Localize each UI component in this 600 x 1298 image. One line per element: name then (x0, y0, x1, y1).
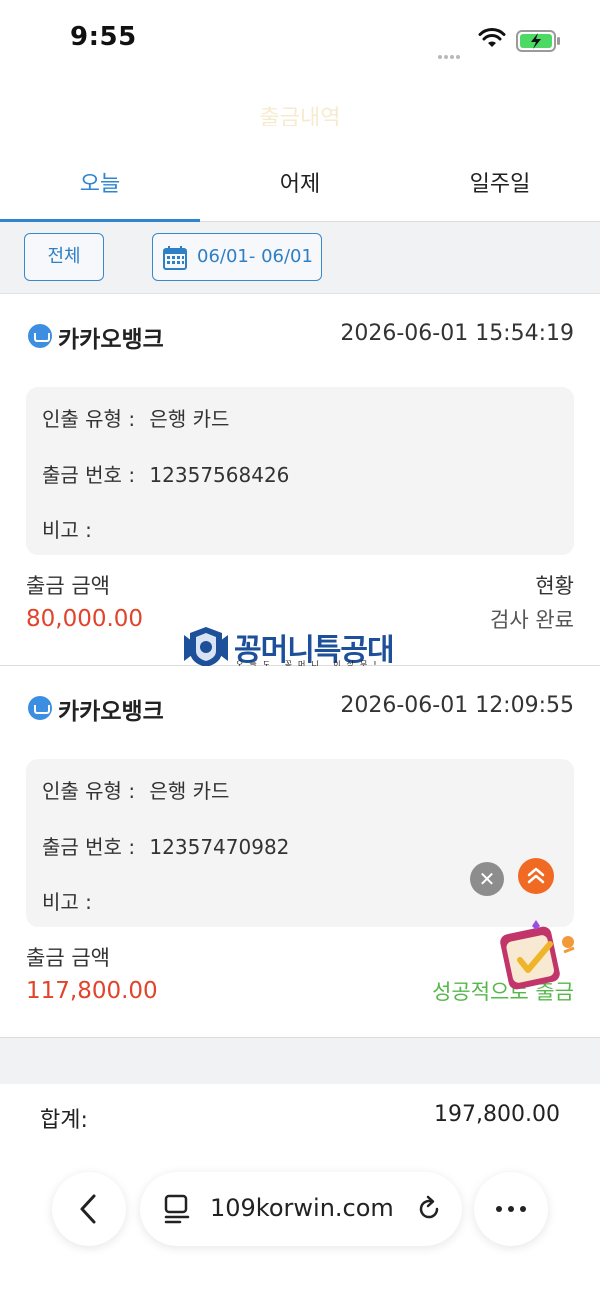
amount-label: 출금 금액 (26, 946, 110, 970)
filter-all-button[interactable]: 전체 (24, 233, 104, 281)
chevron-up-icon (527, 867, 545, 884)
page-title: 출금내역 (259, 106, 341, 126)
withdraw-number-label: 출금 번호 : (42, 835, 136, 859)
tab-today[interactable]: 오늘 (0, 150, 200, 222)
withdraw-type-value: 은행 카드 (149, 779, 230, 803)
url-text: 109korwin.com (210, 1194, 394, 1222)
chevron-left-icon (80, 1194, 96, 1224)
more-icon (496, 1206, 526, 1212)
status-time: 9:55 (70, 22, 137, 52)
wifi-icon (478, 28, 506, 47)
withdraw-number-value: 12357568426 (149, 463, 290, 487)
total-label: 합계: (40, 1108, 88, 1133)
amount-label: 출금 금액 (26, 574, 110, 598)
watermark-logo: 꽁머니특공대 오늘도 꽁머니 이상무! (182, 625, 422, 671)
reload-icon[interactable] (414, 1194, 444, 1224)
promo-calendar-icon[interactable] (498, 918, 578, 992)
address-bar[interactable]: 109korwin.com (140, 1172, 462, 1246)
battery-icon (516, 30, 560, 52)
withdraw-number-value: 12357470982 (149, 835, 290, 859)
withdraw-number-row: 출금 번호 : 12357568426 (42, 459, 289, 488)
withdraw-type-row: 인출 유형 : 은행 카드 (42, 403, 229, 432)
withdraw-number-row: 출금 번호 : 12357470982 (42, 831, 289, 860)
calendar-icon (163, 246, 187, 270)
withdraw-type-label: 인출 유형 : (42, 779, 136, 803)
bank-name: 카카오뱅크 (58, 699, 164, 725)
bank-icon (28, 696, 52, 720)
record-header: 카카오뱅크 2026-06-01 15:54:19 (28, 318, 574, 353)
tab-yesterday[interactable]: 어제 (200, 150, 400, 221)
status-label: 현황 (535, 574, 574, 598)
browser-toolbar: 109korwin.com (52, 1172, 552, 1248)
withdraw-number-label: 출금 번호 : (42, 463, 136, 487)
withdrawal-record: 카카오뱅크 2026-06-01 15:54:19 인출 유형 : 은행 카드 … (0, 294, 600, 666)
record-header: 카카오뱅크 2026-06-01 12:09:55 (28, 690, 574, 725)
close-icon[interactable]: ✕ (470, 862, 504, 896)
withdraw-type-label: 인출 유형 : (42, 407, 136, 431)
status-value: 검사 완료 (490, 608, 574, 632)
date-range-text: 06/01- 06/01 (197, 246, 313, 267)
bank-icon (28, 324, 52, 348)
note-label: 비고 : (42, 890, 92, 914)
signal-icon (438, 44, 462, 63)
scroll-top-button[interactable] (518, 858, 554, 894)
more-button[interactable] (474, 1172, 548, 1246)
note-row: 비고 : (42, 514, 92, 543)
date-range-button[interactable]: 06/01- 06/01 (152, 233, 322, 281)
withdraw-type-row: 인출 유형 : 은행 카드 (42, 775, 229, 804)
amount-value: 80,000.00 (26, 606, 144, 632)
amount-value: 117,800.00 (26, 978, 158, 1004)
status-bar: 9:55 (0, 0, 600, 80)
bank-name: 카카오뱅크 (58, 327, 164, 353)
record-datetime: 2026-06-01 15:54:19 (340, 321, 574, 346)
note-row: 비고 : (42, 886, 92, 915)
tab-week[interactable]: 일주일 (400, 150, 600, 221)
record-datetime: 2026-06-01 12:09:55 (340, 693, 574, 718)
reader-icon (164, 1194, 190, 1224)
period-tabs: 오늘 어제 일주일 (0, 150, 600, 222)
record-details: 인출 유형 : 은행 카드 출금 번호 : 12357470982 비고 : (26, 759, 574, 927)
record-details: 인출 유형 : 은행 카드 출금 번호 : 12357568426 비고 : (26, 387, 574, 555)
withdraw-type-value: 은행 카드 (149, 407, 230, 431)
back-button[interactable] (52, 1172, 126, 1246)
filter-bar: 전체 06/01- 06/01 (0, 222, 600, 294)
total-value: 197,800.00 (434, 1102, 560, 1127)
section-divider (0, 1038, 600, 1084)
note-label: 비고 : (42, 518, 92, 542)
shield-icon (184, 627, 228, 667)
